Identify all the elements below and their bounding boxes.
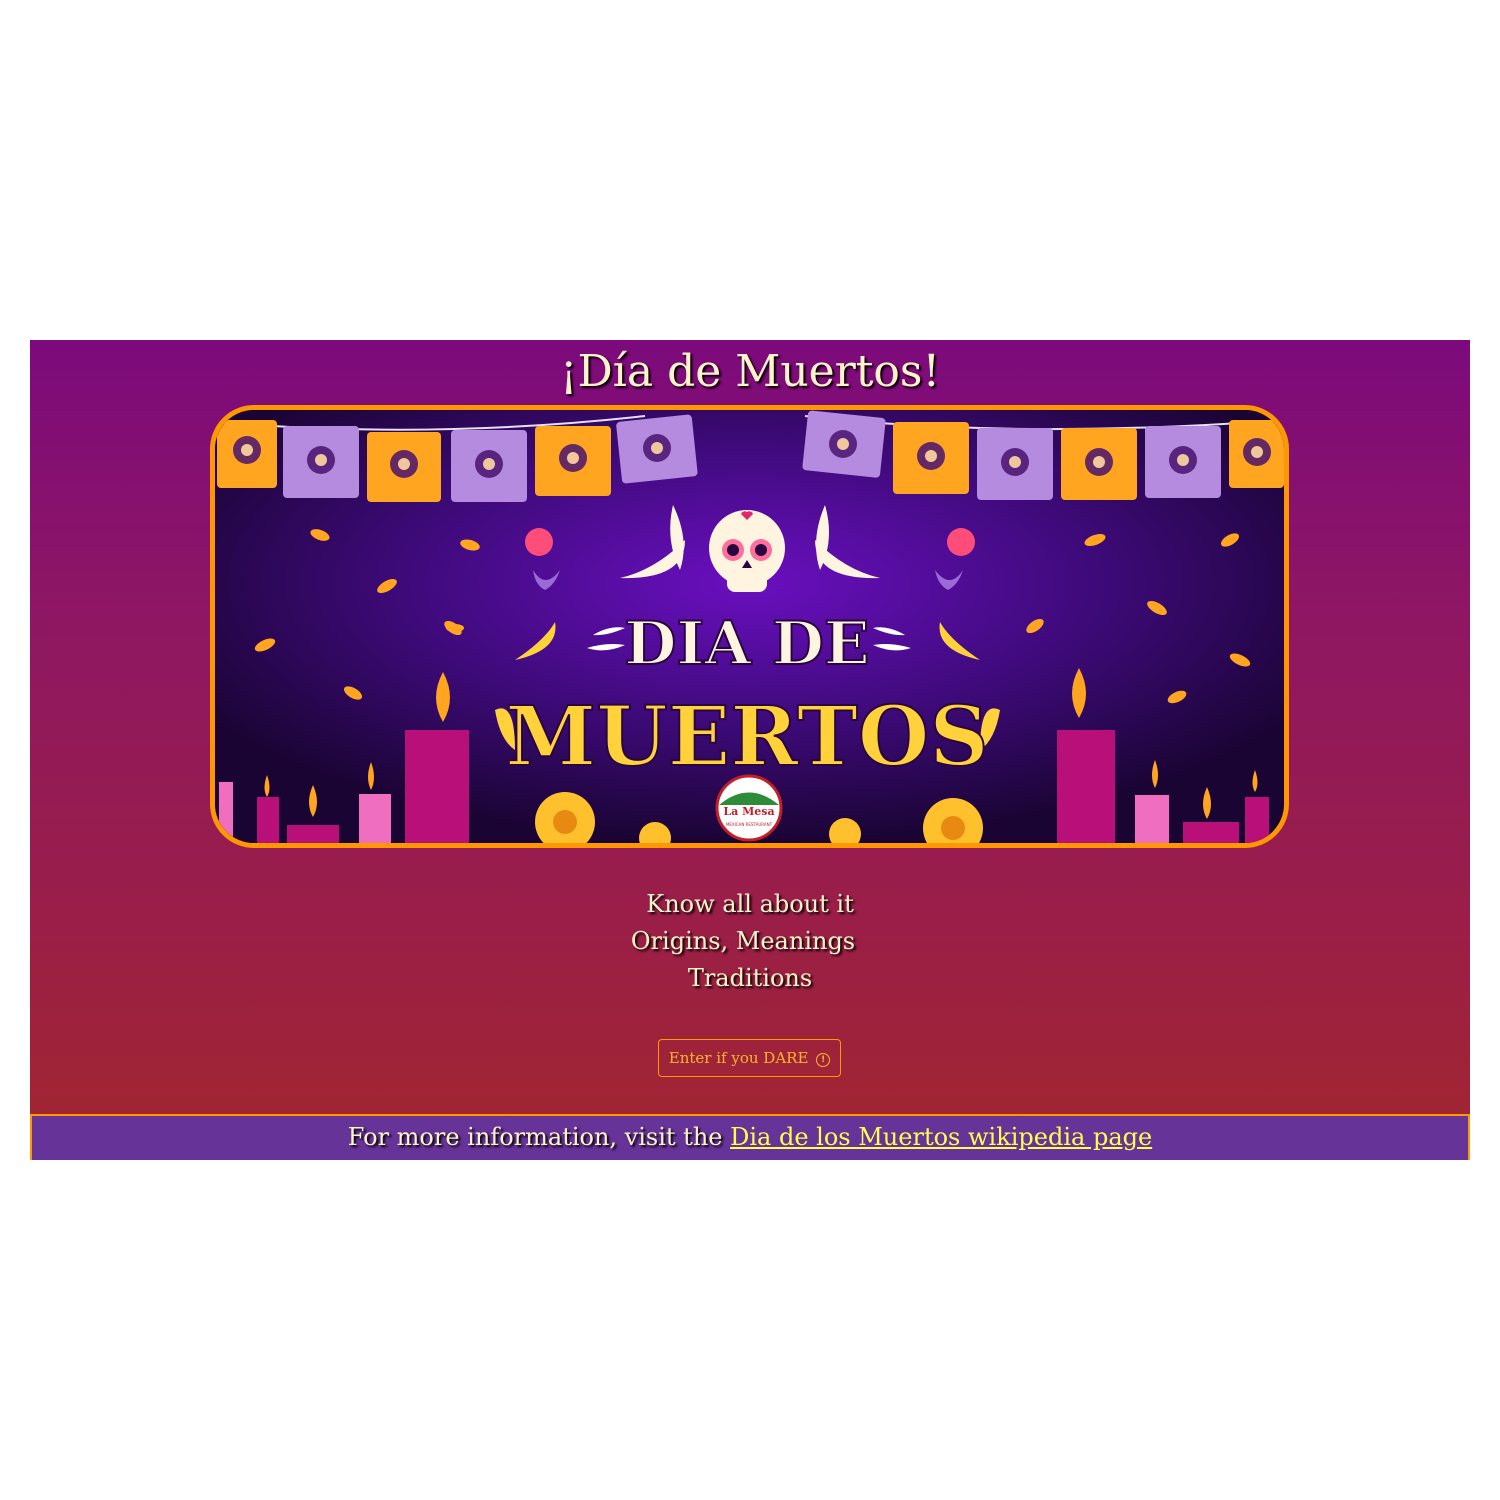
tagline-line3: Traditions	[687, 964, 813, 992]
la-mesa-logo: La Mesa MEXICAN RESTAURANT	[715, 774, 783, 842]
enter-button-label: Enter if you DARE	[668, 1049, 809, 1067]
logo-text: La Mesa	[723, 805, 774, 818]
tagline-line2: Origins, Meanings	[630, 927, 856, 955]
footer: For more information, visit the Dia de l…	[30, 1114, 1470, 1160]
banner-line1: DIA DE	[624, 609, 869, 679]
info-circle-icon: !	[816, 1053, 831, 1067]
logo-subtext: MEXICAN RESTAURANT	[726, 822, 773, 827]
landing-section: ¡Día de Muertos! DIA DE MUERTOS La Mesa …	[30, 340, 1470, 1160]
wikipedia-link[interactable]: Dia de los Muertos wikipedia page	[730, 1123, 1152, 1151]
tagline: Know all about it Origins, Meanings Trad…	[30, 886, 1470, 997]
banner-line2: MUERTOS	[505, 689, 988, 785]
dia-de-muertos-banner: DIA DE MUERTOS La Mesa MEXICAN RESTAURAN…	[210, 405, 1289, 848]
enter-button[interactable]: Enter if you DARE !	[658, 1039, 841, 1077]
footer-prefix: For more information, visit the	[347, 1123, 731, 1151]
tagline-line1: Know all about it	[646, 890, 854, 918]
page-title: ¡Día de Muertos!	[559, 346, 941, 397]
